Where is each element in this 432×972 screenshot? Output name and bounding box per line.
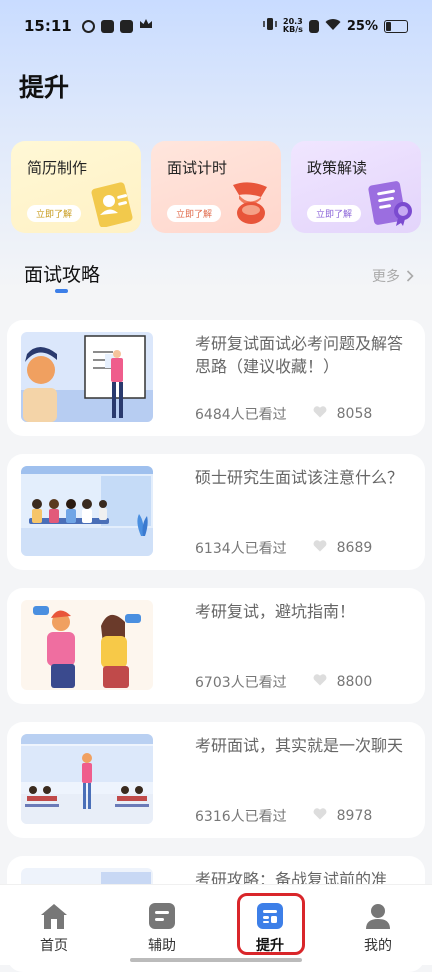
article-meta: 6134人已看过 8689 xyxy=(195,538,407,558)
active-tab-highlight xyxy=(237,893,305,955)
status-time: 15:11 xyxy=(24,17,72,35)
section-header: 面试攻略 更多 xyxy=(24,260,414,300)
learn-more-button[interactable]: 立即了解 xyxy=(167,205,222,222)
nav-item-assist[interactable]: 辅助 xyxy=(108,885,216,965)
feature-title: 政策解读 xyxy=(307,159,368,177)
article-meta: 6316人已看过 8978 xyxy=(195,806,407,826)
nav-label: 首页 xyxy=(40,938,68,954)
article-card[interactable]: 考研复试面试必考问题及解答思路（建议收藏！） 6484人已看过 8058 xyxy=(7,320,425,436)
bottom-navigation: 首页 辅助 提升 我的 xyxy=(0,884,432,965)
wifi-icon xyxy=(325,18,341,35)
feature-card-timer[interactable]: 面试计时 立即了解 xyxy=(151,141,281,233)
video-notification-icon xyxy=(119,19,133,33)
home-icon xyxy=(39,901,69,931)
article-title: 考研复试面试必考问题及解答思路（建议收藏！） xyxy=(195,334,404,376)
chevron-right-icon xyxy=(406,270,414,282)
heart-icon xyxy=(313,406,327,422)
sim-icon xyxy=(308,19,319,33)
view-count: 6316人已看过 xyxy=(195,809,287,825)
vibrate-icon xyxy=(263,17,277,35)
like-count: 8978 xyxy=(336,808,373,824)
learn-more-button[interactable]: 立即了解 xyxy=(27,205,82,222)
heart-icon xyxy=(313,540,327,556)
feature-title: 简历制作 xyxy=(27,159,88,177)
feature-cards: 简历制作 立即了解 面试计时 立即了解 政策解读 立即了解 xyxy=(11,141,421,233)
article-meta: 6484人已看过 8058 xyxy=(195,404,407,424)
article-card[interactable]: 考研面试，其实就是一次聊天 6316人已看过 8978 xyxy=(7,722,425,838)
article-thumbnail xyxy=(21,734,153,824)
like-count: 8800 xyxy=(336,674,373,690)
article-thumbnail xyxy=(21,332,153,422)
article-thumbnail xyxy=(21,600,153,690)
article-title: 硕士研究生面试该注意什么？ xyxy=(195,468,404,487)
notification-icon xyxy=(81,19,95,33)
learn-more-button[interactable]: 立即了解 xyxy=(307,205,362,222)
heart-icon xyxy=(313,808,327,824)
nav-label: 我的 xyxy=(364,938,392,954)
view-count: 6134人已看过 xyxy=(195,541,287,557)
app-notification-icon xyxy=(100,19,114,33)
section-underline xyxy=(55,289,68,293)
policy-certificate-icon xyxy=(365,179,417,231)
view-count: 6484人已看过 xyxy=(195,407,287,423)
like-count: 8689 xyxy=(336,540,373,556)
crown-icon xyxy=(139,18,153,34)
article-card[interactable]: 考研复试，避坑指南！ 6703人已看过 8800 xyxy=(7,588,425,704)
more-label: 更多 xyxy=(372,269,400,285)
network-speed: 20.3 KB/s xyxy=(283,18,303,34)
feature-card-policy[interactable]: 政策解读 立即了解 xyxy=(291,141,421,233)
heart-icon xyxy=(313,674,327,690)
home-indicator[interactable] xyxy=(130,958,302,962)
article-title: 考研面试，其实就是一次聊天 xyxy=(195,736,404,755)
battery-icon xyxy=(384,19,408,33)
article-card[interactable]: 硕士研究生面试该注意什么？ 6134人已看过 8689 xyxy=(7,454,425,570)
section-title: 面试攻略 xyxy=(24,264,101,286)
feature-card-resume[interactable]: 简历制作 立即了解 xyxy=(11,141,141,233)
network-speed-unit: KB/s xyxy=(282,25,303,34)
battery-percent: 25% xyxy=(346,18,378,34)
view-count: 6703人已看过 xyxy=(195,675,287,691)
status-bar: 15:11 20.3 KB/s 25% xyxy=(0,0,432,52)
nav-item-home[interactable]: 首页 xyxy=(0,885,108,965)
profile-icon xyxy=(363,901,393,931)
timer-icon xyxy=(227,177,277,231)
feature-title: 面试计时 xyxy=(167,159,228,177)
more-link[interactable]: 更多 xyxy=(372,266,414,286)
article-title: 考研复试，避坑指南！ xyxy=(195,602,356,621)
nav-label: 辅助 xyxy=(148,938,176,954)
assist-icon xyxy=(147,901,177,931)
resume-icon xyxy=(87,179,137,231)
like-count: 8058 xyxy=(336,406,373,422)
article-thumbnail xyxy=(21,466,153,556)
article-meta: 6703人已看过 8800 xyxy=(195,672,407,692)
nav-item-profile[interactable]: 我的 xyxy=(324,885,432,965)
page-title: 提升 xyxy=(19,73,70,102)
